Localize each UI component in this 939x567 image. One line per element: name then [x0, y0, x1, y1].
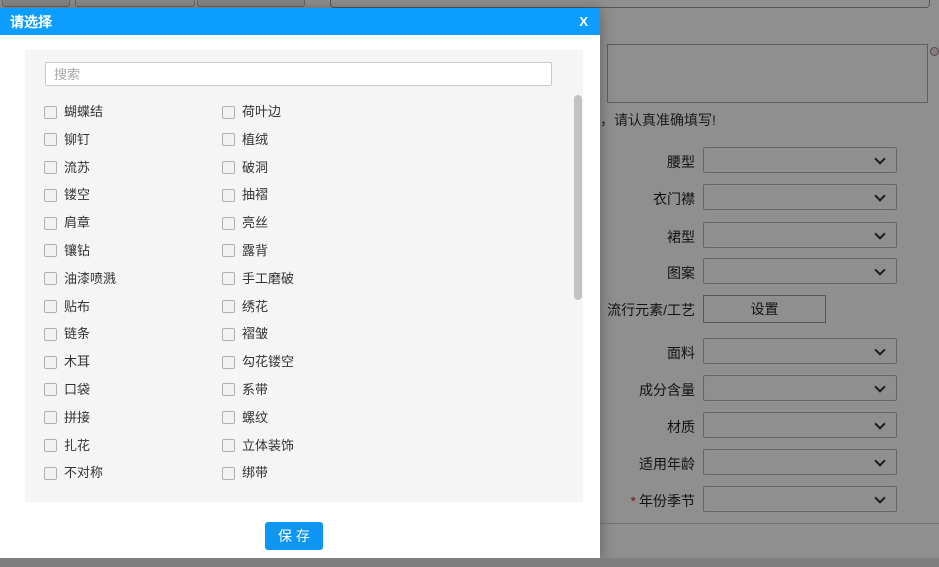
- option-label: 蝴蝶结: [64, 104, 104, 119]
- option-item[interactable]: 勾花镂空: [222, 354, 442, 370]
- checkbox-icon[interactable]: [222, 161, 235, 175]
- option-item[interactable]: 不对称: [44, 465, 222, 481]
- checkbox-icon[interactable]: [222, 466, 235, 480]
- option-item[interactable]: 植绒: [222, 132, 442, 148]
- option-item[interactable]: 螺纹: [222, 410, 442, 426]
- checkbox-icon[interactable]: [44, 466, 57, 480]
- option-item[interactable]: 立体装饰: [222, 438, 442, 454]
- option-label: 镂空: [64, 187, 91, 203]
- modal-title: 请选择: [10, 13, 52, 30]
- option-label: 绣花: [242, 298, 269, 314]
- checkbox-icon[interactable]: [44, 300, 57, 314]
- option-item[interactable]: 破洞: [222, 160, 442, 176]
- checkbox-icon[interactable]: [222, 300, 235, 314]
- checkbox-icon[interactable]: [222, 216, 235, 230]
- option-label: 褶皱: [242, 326, 269, 342]
- checkbox-icon[interactable]: [44, 439, 57, 453]
- option-item[interactable]: 流苏: [44, 160, 222, 176]
- option-label: 肩章: [64, 215, 91, 231]
- close-icon[interactable]: X: [579, 13, 588, 30]
- scrollbar-thumb[interactable]: [574, 95, 582, 300]
- screen: ，请认真准确填写! 腰型 衣门襟 裙型 图案 流行元素/工艺 设置 面料 成分含量 材质 适用年龄…: [0, 0, 939, 567]
- checkbox-icon[interactable]: [44, 411, 57, 425]
- option-label: 勾花镂空: [242, 354, 295, 370]
- checkbox-icon[interactable]: [44, 327, 57, 341]
- option-label: 螺纹: [242, 409, 269, 425]
- checkbox-icon[interactable]: [44, 105, 57, 119]
- option-label: 油漆喷溅: [64, 270, 117, 286]
- option-label: 扎花: [64, 437, 91, 453]
- option-item[interactable]: 口袋: [44, 382, 222, 398]
- option-label: 链条: [64, 326, 91, 342]
- option-label: 荷叶边: [242, 104, 282, 119]
- checkbox-icon[interactable]: [44, 161, 57, 175]
- option-grid: 蝴蝶结 荷叶边铆钉 植绒流苏 破洞镂空 抽褶肩章 亮丝镶钻 露背油漆喷溅 手工磨破贴布 绣花链条…: [44, 104, 442, 493]
- option-item[interactable]: 褶皱: [222, 326, 442, 342]
- option-label: 绑带: [242, 465, 269, 481]
- checkbox-icon[interactable]: [222, 188, 235, 202]
- modal-dialog: 请选择 X 蝴蝶结 荷叶边铆钉 植绒流苏 破洞镂空 抽褶肩章 亮丝镶钻 露背油漆喷溅 手工磨破…: [0, 8, 600, 558]
- bottom-scrollbar[interactable]: [0, 558, 939, 567]
- option-label: 立体装饰: [242, 437, 295, 453]
- option-item[interactable]: 扎花: [44, 438, 222, 454]
- option-label: 镶钻: [64, 242, 91, 258]
- save-button[interactable]: 保 存: [265, 522, 323, 550]
- option-item[interactable]: 系带: [222, 382, 442, 398]
- option-item[interactable]: 镶钻: [44, 243, 222, 259]
- options-panel: 蝴蝶结 荷叶边铆钉 植绒流苏 破洞镂空 抽褶肩章 亮丝镶钻 露背油漆喷溅 手工磨破贴布 绣花链条…: [25, 50, 583, 502]
- option-label: 口袋: [64, 381, 91, 397]
- option-item[interactable]: 蝴蝶结: [44, 104, 222, 120]
- checkbox-icon[interactable]: [222, 383, 235, 397]
- option-item[interactable]: 亮丝: [222, 215, 442, 231]
- option-label: 不对称: [64, 465, 104, 481]
- option-label: 植绒: [242, 131, 269, 147]
- option-item[interactable]: 油漆喷溅: [44, 271, 222, 287]
- option-item[interactable]: 手工磨破: [222, 271, 442, 287]
- checkbox-icon[interactable]: [44, 272, 57, 286]
- checkbox-icon[interactable]: [222, 133, 235, 147]
- checkbox-icon[interactable]: [222, 355, 235, 369]
- option-label: 拼接: [64, 409, 91, 425]
- checkbox-icon[interactable]: [222, 411, 235, 425]
- checkbox-icon[interactable]: [44, 188, 57, 202]
- option-item[interactable]: 木耳: [44, 354, 222, 370]
- checkbox-icon[interactable]: [44, 355, 57, 369]
- option-item[interactable]: 绑带: [222, 465, 442, 481]
- option-item[interactable]: 链条: [44, 326, 222, 342]
- option-item[interactable]: 绣花: [222, 299, 442, 315]
- checkbox-icon[interactable]: [222, 105, 235, 119]
- checkbox-icon[interactable]: [222, 272, 235, 286]
- option-item[interactable]: 镂空: [44, 187, 222, 203]
- option-label: 贴布: [64, 298, 91, 314]
- option-item[interactable]: 肩章: [44, 215, 222, 231]
- option-item[interactable]: 露背: [222, 243, 442, 259]
- option-item[interactable]: 荷叶边: [222, 104, 442, 120]
- checkbox-icon[interactable]: [222, 327, 235, 341]
- option-label: 木耳: [64, 354, 91, 370]
- checkbox-icon[interactable]: [44, 244, 57, 258]
- checkbox-icon[interactable]: [44, 133, 57, 147]
- option-label: 铆钉: [64, 131, 91, 147]
- checkbox-icon[interactable]: [222, 439, 235, 453]
- search-input[interactable]: [45, 62, 552, 86]
- option-item[interactable]: 抽褶: [222, 187, 442, 203]
- option-label: 流苏: [64, 159, 91, 175]
- checkbox-icon[interactable]: [222, 244, 235, 258]
- option-item[interactable]: 拼接: [44, 410, 222, 426]
- checkbox-icon[interactable]: [44, 216, 57, 230]
- option-label: 抽褶: [242, 187, 269, 203]
- option-item[interactable]: 铆钉: [44, 132, 222, 148]
- option-label: 亮丝: [242, 215, 269, 231]
- modal-header: 请选择 X: [0, 8, 600, 35]
- option-label: 手工磨破: [242, 270, 295, 286]
- option-label: 破洞: [242, 159, 269, 175]
- checkbox-icon[interactable]: [44, 383, 57, 397]
- option-label: 系带: [242, 381, 269, 397]
- option-item[interactable]: 贴布: [44, 299, 222, 315]
- option-label: 露背: [242, 242, 269, 258]
